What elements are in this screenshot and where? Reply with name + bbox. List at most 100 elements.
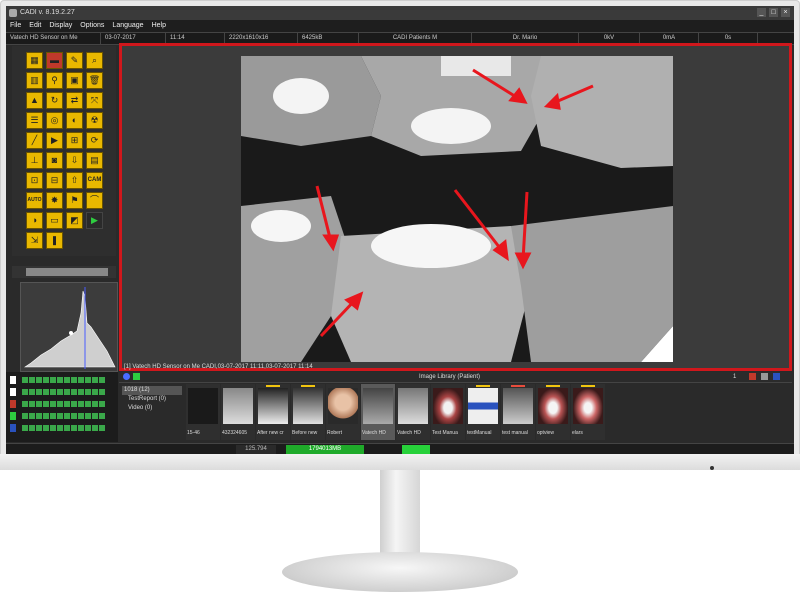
thumbnail[interactable]: Test Manua — [431, 384, 465, 440]
minimize-button[interactable]: _ — [757, 8, 766, 17]
save-icon[interactable]: ▣ — [66, 72, 83, 89]
rotate-icon[interactable]: ↻ — [46, 92, 63, 109]
export-icon[interactable]: ⇲ — [26, 232, 43, 249]
menu-help[interactable]: Help — [152, 20, 166, 32]
channel-indicator-green[interactable] — [10, 412, 16, 420]
thumbnail-image — [188, 388, 218, 424]
menu-display[interactable]: Display — [49, 20, 72, 32]
thumbnail[interactable]: test manual — [501, 384, 535, 440]
thumbnail-image — [503, 388, 533, 424]
library-tree: 1018 (12) TestReport (0) Video (0) — [122, 386, 182, 438]
thumbnail[interactable]: 432324605 — [221, 384, 255, 440]
window-level-icon[interactable]: ◩ — [66, 212, 83, 229]
thumbnail[interactable]: 15-46 — [186, 384, 220, 440]
info-sensor: Vatech HD Sensor on Me — [6, 33, 101, 44]
contrast-icon[interactable]: ◐ — [66, 112, 83, 129]
channel-indicator-pause[interactable] — [10, 388, 16, 396]
power-led — [710, 466, 714, 470]
thumbnail[interactable]: Robert — [326, 384, 360, 440]
library-settings-icon[interactable] — [773, 373, 780, 380]
histogram-handle — [69, 331, 73, 335]
library-view-icon[interactable] — [761, 373, 768, 380]
tmj-icon[interactable]: ⊥ — [26, 152, 43, 169]
thumbnail[interactable]: testManual — [466, 384, 500, 440]
network-icon[interactable]: ⊡ — [26, 172, 43, 189]
layout-icon[interactable]: ▦ — [26, 52, 43, 69]
panorama-icon[interactable]: ▭ — [46, 212, 63, 229]
thumbnail[interactable]: Before new — [291, 384, 325, 440]
close-button[interactable]: × — [781, 8, 790, 17]
search-icon[interactable]: ⚲ — [46, 72, 63, 89]
channel-indicator-red[interactable] — [10, 400, 16, 408]
thumbnail-image — [433, 388, 463, 424]
mirror-icon[interactable]: ⤧ — [86, 92, 103, 109]
video-icon[interactable]: ▶ — [46, 132, 63, 149]
channel-indicator-white[interactable] — [10, 376, 16, 384]
monitor-stand-base — [282, 552, 518, 592]
compare-icon[interactable]: ⊞ — [66, 132, 83, 149]
ruler-icon[interactable]: ╱ — [26, 132, 43, 149]
sensor-icon[interactable]: ▬ — [46, 52, 63, 69]
upload-icon[interactable]: ⇧ — [66, 172, 83, 189]
tooth-icon[interactable]: ⚑ — [66, 192, 83, 209]
thumbnail-image — [398, 388, 428, 424]
menu-language[interactable]: Language — [112, 20, 143, 32]
import-icon[interactable]: ⇩ — [66, 152, 83, 169]
library-delete-icon[interactable] — [749, 373, 756, 380]
menu-edit[interactable]: Edit — [29, 20, 41, 32]
tree-item-1018[interactable]: 1018 (12) — [122, 386, 182, 395]
channel-meter-2 — [22, 389, 106, 395]
invert-icon[interactable]: ◑ — [26, 212, 43, 229]
thumbnail[interactable]: elars — [571, 384, 605, 440]
tool-palette: ▦ ▬ ✎ ⌕ ▥ ⚲ ▣ 🗑 ▲ ↻ ⇄ ⤧ ☰ ◎ ◐ ☢ ╱ ▶ ⊞ ⟳ … — [12, 46, 116, 256]
thumbnail[interactable]: optview — [536, 384, 570, 440]
thumbnail-label: Test Manua — [432, 430, 458, 436]
channel-indicator-blue[interactable] — [10, 424, 16, 432]
pencil-icon[interactable]: ✎ — [66, 52, 83, 69]
thumbnail[interactable]: Vatech HD — [396, 384, 430, 440]
book-icon[interactable]: ❚ — [46, 232, 63, 249]
brightness-icon[interactable]: ✸ — [46, 192, 63, 209]
cam-icon[interactable]: CAM — [86, 172, 103, 189]
thumbnail-marker — [476, 385, 490, 387]
refresh-icon[interactable]: ⟳ — [86, 132, 103, 149]
histogram-curve — [24, 290, 116, 368]
menu-options[interactable]: Options — [80, 20, 104, 32]
play-icon[interactable]: ▶ — [86, 212, 103, 229]
trash-icon[interactable]: 🗑 — [86, 72, 103, 89]
thumbnail-image — [223, 388, 253, 424]
auto-icon[interactable]: AUTO — [26, 192, 43, 209]
zoom-icon[interactable]: ⌕ — [86, 52, 103, 69]
image-viewer[interactable] — [119, 43, 792, 371]
filter-icon[interactable]: ☰ — [26, 112, 43, 129]
menu-file[interactable]: File — [10, 20, 21, 32]
status-memory: 1794013MB — [286, 445, 364, 454]
thumbnail-label: Robert — [327, 430, 343, 436]
thumbnail-selected[interactable]: Vatech HD — [361, 384, 395, 440]
maximize-button[interactable]: □ — [769, 8, 778, 17]
document-icon[interactable]: ▤ — [86, 152, 103, 169]
library-refresh-icon[interactable] — [133, 373, 140, 380]
camera-icon[interactable]: ◙ — [46, 152, 63, 169]
flip-icon[interactable]: ⇄ — [66, 92, 83, 109]
histogram-icon[interactable]: ▲ — [26, 92, 43, 109]
zoom-slider-track[interactable] — [26, 268, 108, 276]
tree-item-video[interactable]: Video (0) — [122, 404, 182, 413]
zoom-slider[interactable] — [12, 266, 116, 278]
thumbnail-label: Vatech HD — [397, 430, 421, 436]
thumbnail-label: elars — [572, 430, 583, 436]
library-back-icon[interactable] — [123, 373, 130, 380]
scanner-icon[interactable]: ⊟ — [46, 172, 63, 189]
bottom-status-bar: 125.794 1794013MB — [6, 443, 794, 454]
thumbnail[interactable]: After new cr — [256, 384, 290, 440]
thumbnail-label: test manual — [502, 430, 528, 436]
grid-icon[interactable]: ▥ — [26, 72, 43, 89]
dental-xray-image[interactable] — [241, 56, 673, 362]
app-icon — [9, 9, 17, 17]
sharpen-icon[interactable]: ◎ — [46, 112, 63, 129]
radiation-icon[interactable]: ☢ — [86, 112, 103, 129]
implant-icon[interactable]: ⌒ — [86, 192, 103, 209]
tree-item-testreport[interactable]: TestReport (0) — [122, 395, 182, 404]
histogram-panel[interactable] — [20, 282, 118, 372]
thumbnail-image — [293, 388, 323, 424]
